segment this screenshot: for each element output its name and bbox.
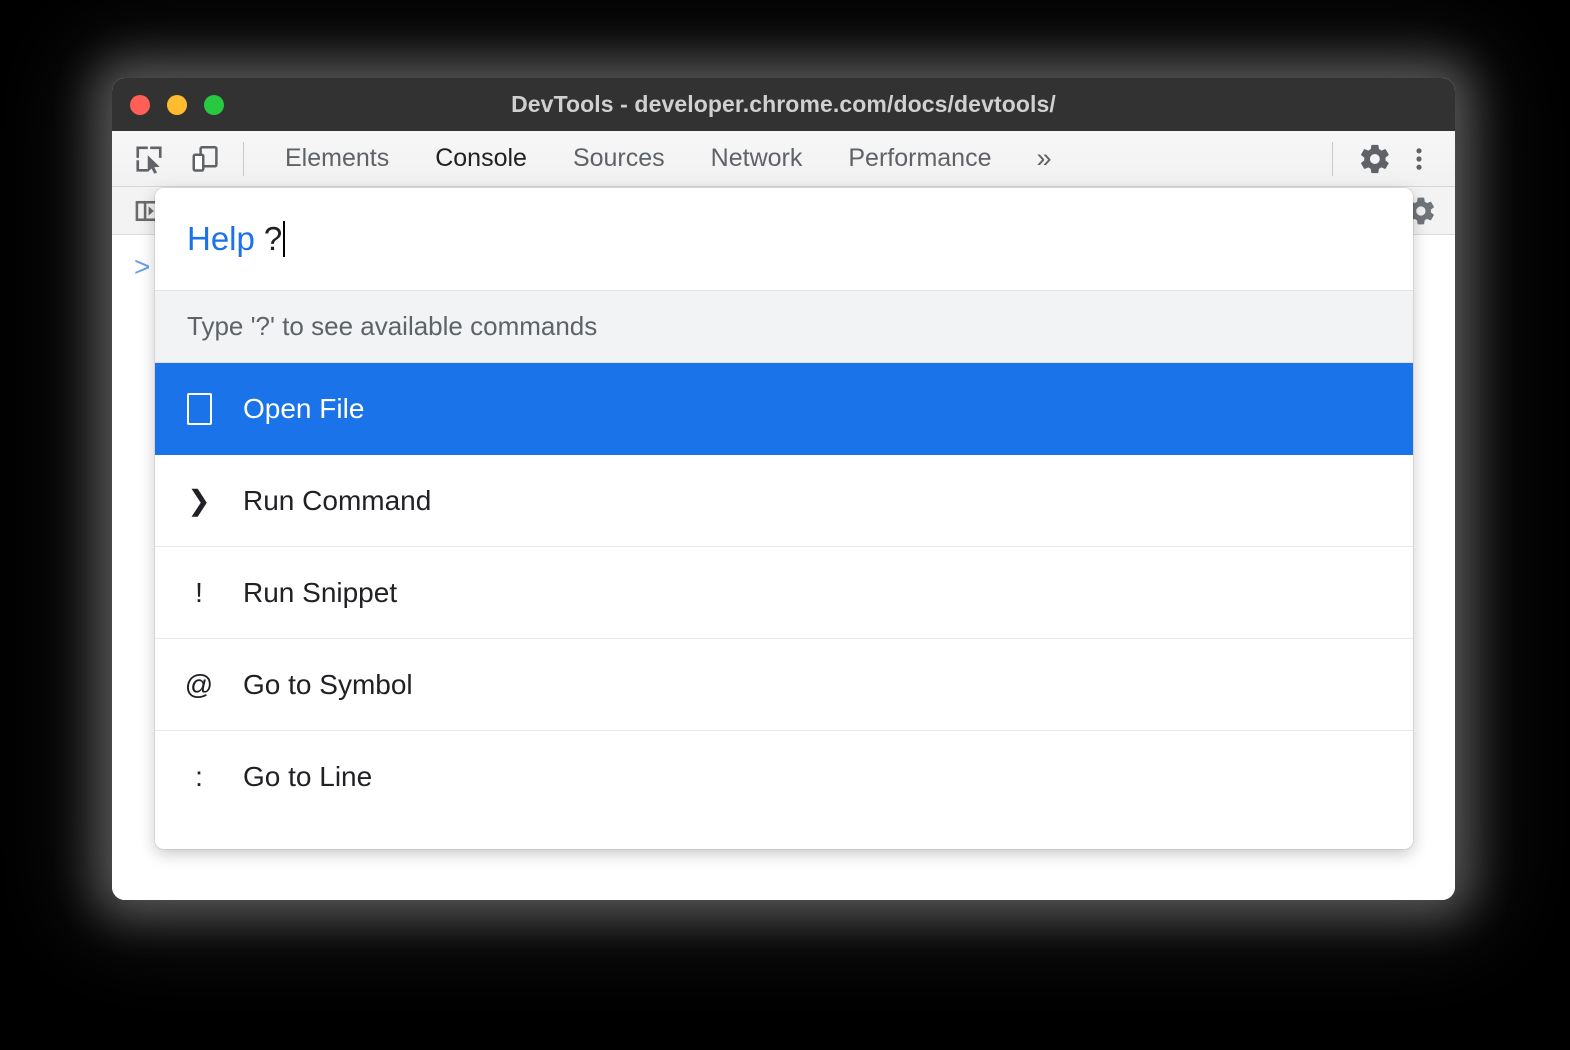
command-menu-list: Open File ❯ Run Command ! Run Snippet @ … xyxy=(155,363,1413,823)
command-menu-query-prefix: Help xyxy=(187,220,255,258)
tab-elements[interactable]: Elements xyxy=(262,144,412,173)
close-window-button[interactable] xyxy=(130,95,150,115)
devtools-tabbar: Elements Console Sources Network Perform… xyxy=(112,131,1455,187)
panel-tabs: Elements Console Sources Network Perform… xyxy=(262,143,1071,174)
tab-performance[interactable]: Performance xyxy=(825,144,1014,173)
command-menu-item-go-to-symbol[interactable]: @ Go to Symbol xyxy=(155,639,1413,731)
command-menu-item-label: Open File xyxy=(243,393,364,425)
command-menu-dialog: Help ? Type '?' to see available command… xyxy=(155,188,1413,849)
command-menu-item-label: Run Snippet xyxy=(243,577,397,609)
devtools-window: DevTools - developer.chrome.com/docs/dev… xyxy=(112,78,1455,900)
traffic-lights xyxy=(130,78,224,131)
file-icon xyxy=(155,393,243,425)
command-menu-item-run-snippet[interactable]: ! Run Snippet xyxy=(155,547,1413,639)
device-toolbar-icon[interactable] xyxy=(185,139,225,179)
command-menu-item-label: Run Command xyxy=(243,485,431,517)
minimize-window-button[interactable] xyxy=(167,95,187,115)
exclamation-icon: ! xyxy=(155,577,243,609)
tab-console[interactable]: Console xyxy=(412,144,550,173)
chevron-right-icon: ❯ xyxy=(155,484,243,517)
command-menu-hint: Type '?' to see available commands xyxy=(155,291,1413,363)
colon-icon: : xyxy=(155,761,243,793)
tabbar-right-divider xyxy=(1332,142,1333,176)
tab-network[interactable]: Network xyxy=(688,144,826,173)
at-sign-icon: @ xyxy=(155,669,243,701)
command-menu-item-label: Go to Symbol xyxy=(243,669,413,701)
more-tabs-chevron-icon[interactable]: » xyxy=(1014,143,1070,174)
tabbar-tool-icons xyxy=(129,139,225,179)
screenshot-root: DevTools - developer.chrome.com/docs/dev… xyxy=(0,0,1570,1050)
command-menu-bottom-padding xyxy=(155,823,1413,849)
three-dot-menu-icon[interactable] xyxy=(1399,139,1439,179)
maximize-window-button[interactable] xyxy=(204,95,224,115)
inspect-element-icon[interactable] xyxy=(129,139,169,179)
tabbar-divider xyxy=(243,142,244,176)
command-menu-input[interactable]: Help ? xyxy=(155,188,1413,291)
tabbar-right-tools xyxy=(1314,131,1439,187)
tab-sources[interactable]: Sources xyxy=(550,144,688,173)
command-menu-item-go-to-line[interactable]: : Go to Line xyxy=(155,731,1413,823)
command-menu-item-open-file[interactable]: Open File xyxy=(155,363,1413,455)
command-menu-query-text: ? xyxy=(264,220,282,258)
text-caret xyxy=(283,221,285,257)
window-title: DevTools - developer.chrome.com/docs/dev… xyxy=(112,91,1455,118)
command-menu-item-run-command[interactable]: ❯ Run Command xyxy=(155,455,1413,547)
console-prompt-icon: > xyxy=(134,253,150,281)
command-menu-item-label: Go to Line xyxy=(243,761,372,793)
gear-icon[interactable] xyxy=(1355,139,1395,179)
window-titlebar: DevTools - developer.chrome.com/docs/dev… xyxy=(112,78,1455,131)
